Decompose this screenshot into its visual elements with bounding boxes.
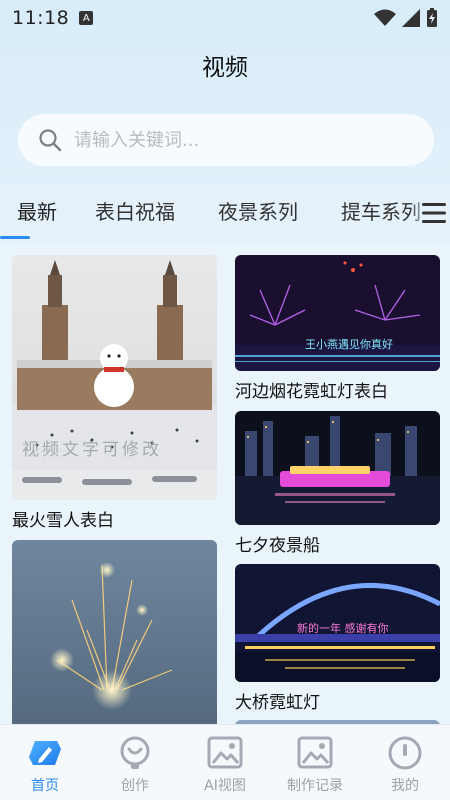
video-card[interactable] <box>12 540 217 725</box>
watermark-text: 视频文字可修改 <box>22 440 162 460</box>
wifi-icon <box>374 9 396 26</box>
nav-profile[interactable]: 我的 <box>360 725 450 800</box>
nav-create[interactable]: 创作 <box>90 725 180 800</box>
video-grid: 视频文字可修改 最火雪人表白 王小燕遇见你真好 河边烟花霓虹灯表白 七夕夜景船 … <box>0 245 450 725</box>
nav-home[interactable]: 首页 <box>0 725 90 800</box>
search-icon <box>39 129 62 152</box>
video-card[interactable]: 新的一年 感谢有你 大桥霓虹灯 <box>235 564 440 713</box>
video-thumbnail[interactable]: 王小燕遇见你真好 <box>235 255 440 371</box>
image-icon <box>207 736 243 769</box>
battery-icon <box>427 8 437 27</box>
night-boat-scene-image <box>235 411 440 525</box>
video-card[interactable]: 七夕夜景船 <box>235 411 440 556</box>
nav-label: 首页 <box>31 778 59 794</box>
video-title: 最火雪人表白 <box>12 511 114 531</box>
video-card[interactable]: 视频文字可修改 最火雪人表白 <box>12 255 217 531</box>
nav-records[interactable]: 制作记录 <box>270 725 360 800</box>
notification-a-icon: A <box>79 11 94 25</box>
nav-label: 我的 <box>391 778 419 794</box>
search-input[interactable] <box>74 129 394 151</box>
tab-night-scene[interactable]: 夜景系列 <box>218 196 298 225</box>
video-thumbnail[interactable] <box>235 411 440 525</box>
page-title: 视频 <box>202 55 248 81</box>
video-thumbnail[interactable]: 新的一年 感谢有你 <box>235 564 440 682</box>
status-bar: 11:18 A <box>0 0 450 36</box>
snowman-scene-image: 视频文字可修改 <box>12 255 217 500</box>
status-icons <box>374 8 438 28</box>
video-card[interactable]: 王小燕遇见你真好 河边烟花霓虹灯表白 <box>235 255 440 402</box>
nav-label: 制作记录 <box>287 778 343 794</box>
signal-icon <box>402 9 420 27</box>
pencil-icon <box>29 741 61 765</box>
video-title: 大桥霓虹灯 <box>235 693 320 713</box>
video-title: 七夕夜景船 <box>235 536 320 556</box>
overlay-text: 王小燕遇见你真好 <box>305 337 393 351</box>
category-tabs: 最新 表白祝福 夜景系列 提车系列 <box>0 190 450 240</box>
nav-label: AI视图 <box>204 778 246 794</box>
active-tab-indicator <box>0 236 30 239</box>
profile-icon <box>388 736 422 770</box>
overlay-text: 新的一年 感谢有你 <box>297 621 389 635</box>
video-title: 河边烟花霓虹灯表白 <box>235 382 388 402</box>
search-bar[interactable] <box>18 114 434 166</box>
nav-label: 创作 <box>121 778 149 794</box>
sparks-scene-image <box>12 540 217 725</box>
record-icon <box>297 736 333 769</box>
menu-icon[interactable] <box>422 202 446 224</box>
fireworks-scene-image: 王小燕遇见你真好 <box>235 255 440 371</box>
nav-ai-image[interactable]: AI视图 <box>180 725 270 800</box>
video-thumbnail[interactable]: 视频文字可修改 <box>12 255 217 500</box>
video-thumbnail[interactable] <box>12 540 217 725</box>
status-time: 11:18 <box>12 7 70 29</box>
tab-car-pickup[interactable]: 提车系列 <box>341 196 421 225</box>
tab-confession[interactable]: 表白祝福 <box>95 196 175 225</box>
create-icon <box>120 736 150 769</box>
bridge-scene-image: 新的一年 感谢有你 <box>235 564 440 682</box>
tab-latest[interactable]: 最新 <box>17 196 57 225</box>
bottom-nav: 首页 创作 AI视图 制作记录 我的 <box>0 724 450 800</box>
